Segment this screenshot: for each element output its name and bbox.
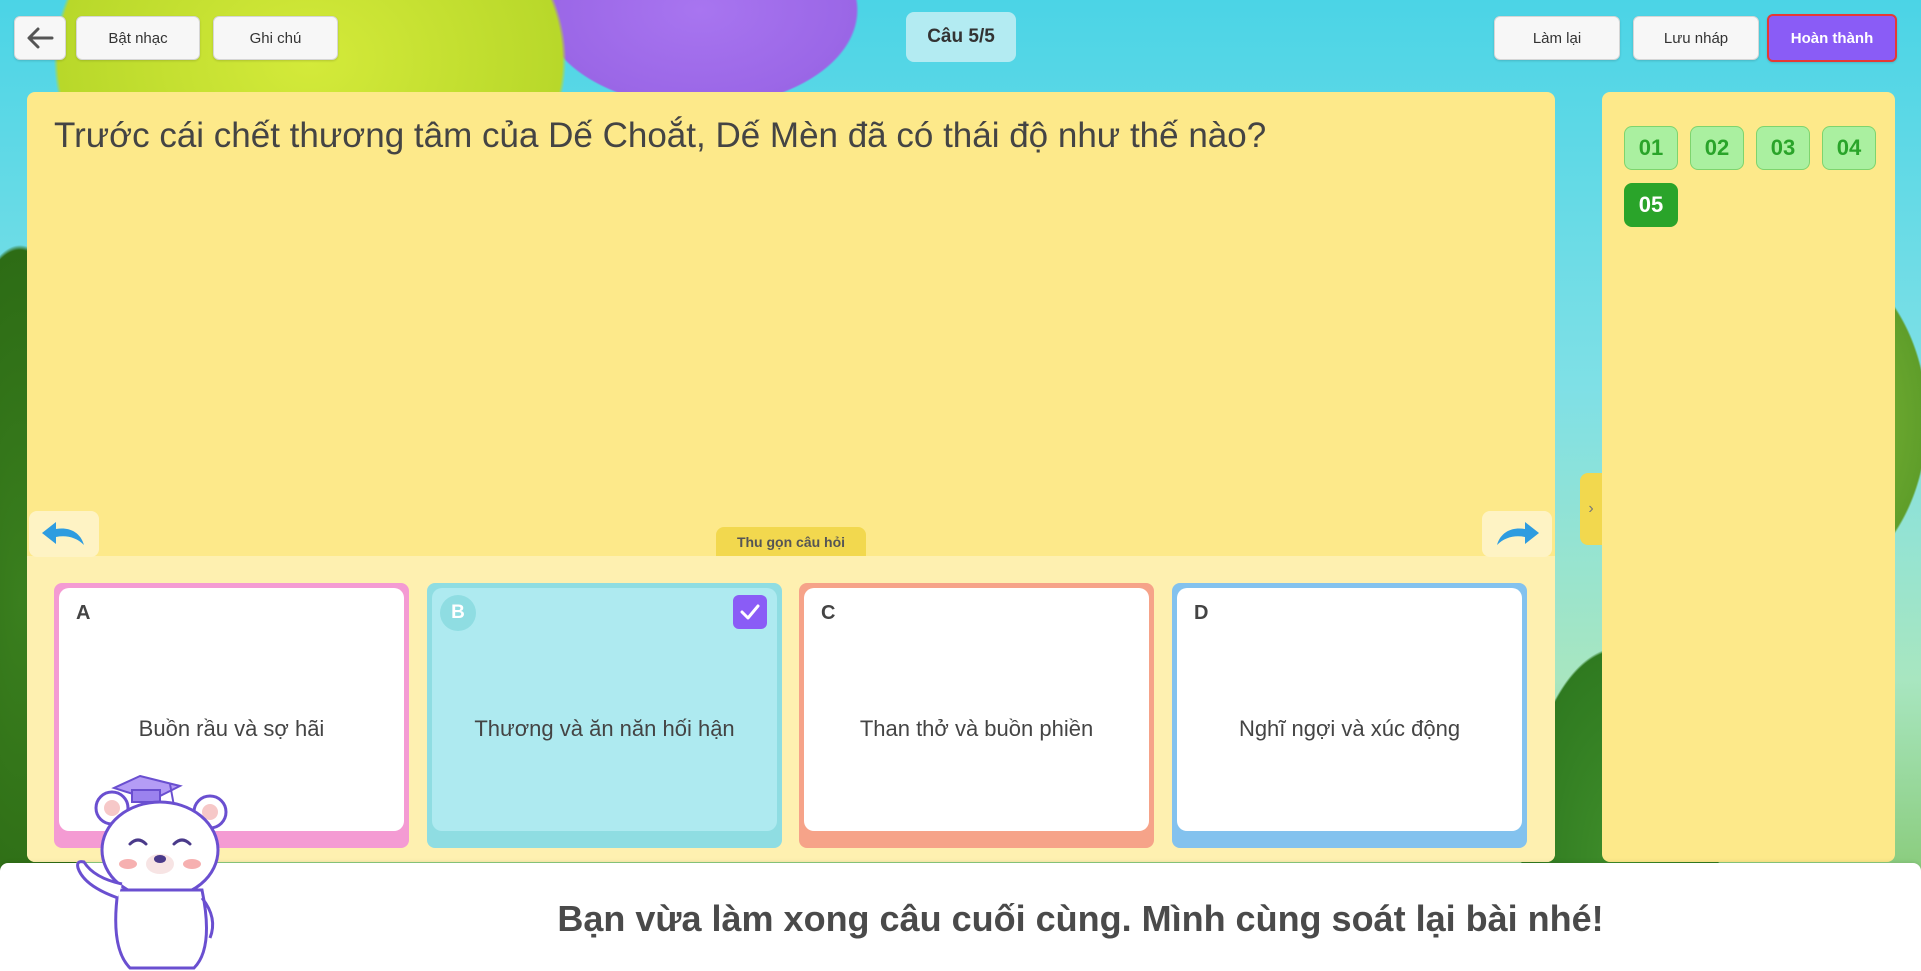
question-counter: Câu 5/5 (906, 12, 1016, 62)
banner-message: Bạn vừa làm xong câu cuối cùng. Mình cùn… (557, 898, 1604, 939)
previous-question-button[interactable] (29, 511, 99, 557)
back-button[interactable] (14, 16, 66, 60)
check-icon (733, 595, 767, 629)
bear-mascot (76, 774, 228, 970)
chevron-right-icon: › (1588, 500, 1594, 517)
answer-letter: D (1194, 602, 1209, 624)
curved-arrow-left-icon (42, 522, 84, 545)
curved-arrow-right-icon (1497, 522, 1539, 545)
nav-question-02[interactable]: 02 (1690, 126, 1744, 170)
answer-option-d[interactable]: D Nghĩ ngợi và xúc động (1172, 583, 1527, 848)
answer-option-b[interactable]: B Thương và ăn năn hối hận (427, 583, 782, 848)
answer-text: Thương và ăn năn hối hận (474, 716, 735, 741)
answer-letter: C (821, 602, 836, 624)
nav-question-05[interactable]: 05 (1624, 183, 1678, 227)
answer-card-body: C Than thở và buồn phiền (804, 588, 1149, 831)
answer-letter: A (76, 602, 91, 624)
answer-text: Than thở và buồn phiền (859, 716, 1094, 741)
completion-banner: Bạn vừa làm xong câu cuối cùng. Mình cùn… (0, 863, 1921, 971)
music-toggle-button[interactable]: Bật nhạc (76, 16, 200, 60)
side-panel-toggle[interactable]: › (1580, 473, 1602, 545)
answer-text: Nghĩ ngợi và xúc động (1238, 716, 1461, 741)
nav-question-01[interactable]: 01 (1624, 126, 1678, 170)
collapse-question-button[interactable]: Thu gọn câu hỏi (716, 527, 866, 556)
answer-card-body: D Nghĩ ngợi và xúc động (1177, 588, 1522, 831)
nav-question-04[interactable]: 04 (1822, 126, 1876, 170)
redo-button[interactable]: Làm lại (1494, 16, 1620, 60)
question-text: Trước cái chết thương tâm của Dế Choắt, … (54, 116, 1267, 155)
answer-option-c[interactable]: C Than thở và buồn phiền (799, 583, 1154, 848)
finish-button[interactable]: Hoàn thành (1767, 14, 1897, 62)
save-draft-button[interactable]: Lưu nháp (1633, 16, 1759, 60)
notes-button[interactable]: Ghi chú (213, 16, 338, 60)
answer-text: Buồn rầu và sợ hãi (138, 716, 325, 741)
answer-letter: B (440, 595, 476, 631)
answer-card-body: B Thương và ăn năn hối hận (432, 588, 777, 831)
next-question-button[interactable] (1482, 511, 1552, 557)
nav-question-03[interactable]: 03 (1756, 126, 1810, 170)
arrow-left-icon (27, 27, 54, 49)
